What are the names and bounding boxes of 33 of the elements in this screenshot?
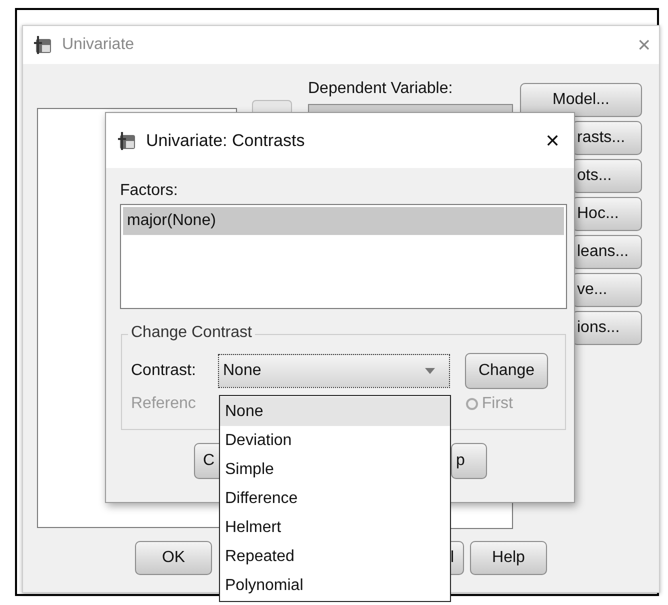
field-label: Dependent Variable: (308, 80, 454, 98)
table-icon (33, 35, 53, 55)
field-label: Contrast: (131, 362, 197, 380)
window-title: Univariate: Contrasts (146, 130, 305, 150)
side-button[interactable]: Model... (520, 83, 642, 117)
group-title: Change Contrast (128, 324, 255, 342)
list-label: Factors: (120, 182, 179, 200)
dropdown-option[interactable]: Helmert (220, 513, 450, 542)
close-icon[interactable]: ✕ (545, 130, 560, 152)
side-button[interactable]: ve... (572, 273, 642, 307)
dropdown-option[interactable]: Deviation (220, 426, 450, 455)
side-button[interactable]: leans... (572, 235, 642, 269)
field-label: Referenc (131, 395, 196, 413)
dropdown-option[interactable]: Difference (220, 484, 450, 513)
dialog-button[interactable]: Help (470, 541, 547, 575)
side-button[interactable]: ions... (572, 311, 642, 345)
contrast-dropdown[interactable]: None (218, 354, 450, 388)
dropdown-option[interactable]: Simple (220, 455, 450, 484)
factor-list[interactable]: major(None) (120, 204, 567, 309)
dropdown-option[interactable]: Polynomial (220, 571, 450, 600)
caret-icon (425, 368, 435, 374)
table-icon (117, 130, 137, 150)
window-title: Univariate (62, 36, 134, 54)
factor-item[interactable]: major(None) (123, 207, 564, 235)
dialog-button[interactable]: OK (135, 541, 212, 575)
side-button[interactable]: rasts... (572, 121, 642, 155)
dialog-button[interactable]: p (451, 443, 487, 479)
side-button[interactable]: Hoc... (572, 197, 642, 231)
change-button[interactable]: Change (465, 353, 548, 389)
side-button[interactable]: ots... (572, 159, 642, 193)
dropdown-option[interactable]: None (220, 397, 450, 426)
close-icon[interactable]: ✕ (637, 34, 651, 56)
dropdown-option[interactable]: Repeated (220, 542, 450, 571)
